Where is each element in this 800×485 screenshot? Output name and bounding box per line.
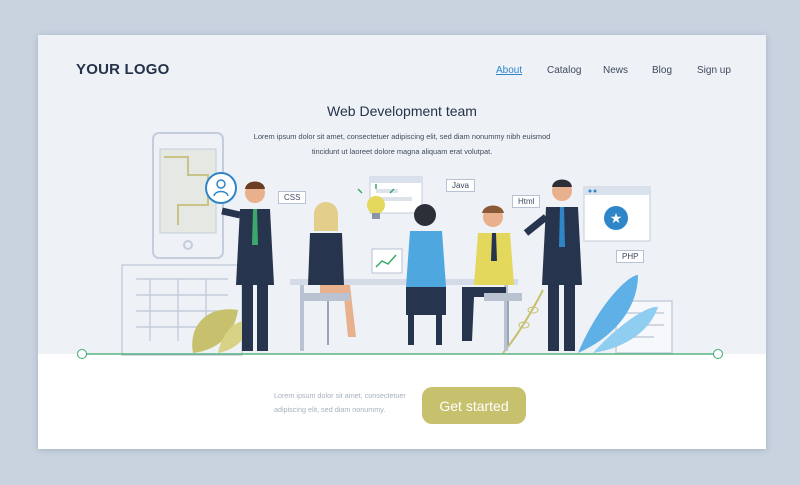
cta-text: Lorem ipsum dolor sit amet, consectetuer… [274, 389, 414, 417]
person-seated-right [462, 205, 522, 345]
slider-handle-left[interactable] [77, 349, 87, 359]
team-illustration: ★ [77, 132, 723, 359]
person-seated-woman [304, 202, 356, 345]
person-seated-back [406, 204, 446, 345]
svg-text:★: ★ [610, 211, 623, 227]
tag-php: PHP [616, 250, 645, 263]
laptop-screen [371, 248, 403, 274]
tag-html: Html [512, 195, 541, 208]
slider-handle-right[interactable] [713, 349, 723, 359]
landing-page-frame: YOUR LOGO About Catalog News Blog Sign u… [38, 35, 766, 449]
get-started-button[interactable]: Get started [422, 387, 526, 424]
star-icon: ★ [604, 206, 628, 230]
user-icon [205, 172, 237, 204]
tag-css: CSS [278, 191, 307, 204]
tag-java: Java [446, 179, 475, 192]
cta-text-line-2: adipiscing elit, sed diam nonummy. [274, 405, 386, 414]
cta-text-line-1: Lorem ipsum dolor sit amet, consectetuer [274, 391, 406, 400]
